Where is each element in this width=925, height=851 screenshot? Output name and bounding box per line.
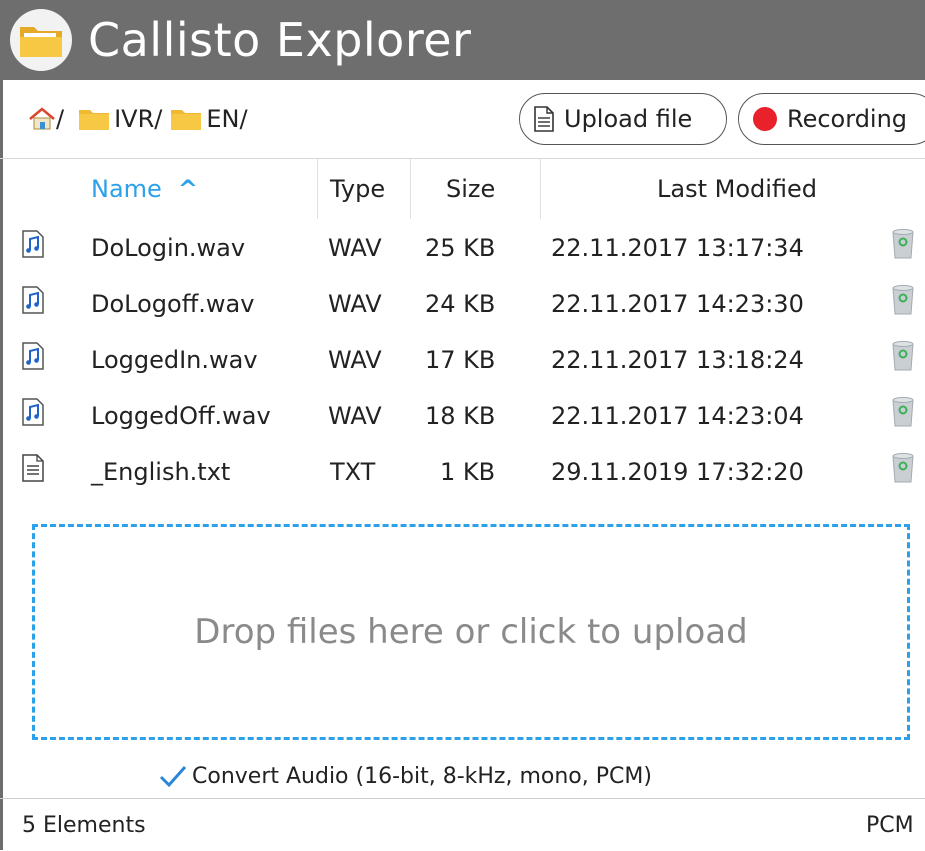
column-header-type[interactable]: Type [330, 159, 385, 219]
file-modified: 29.11.2019 17:32:20 [551, 458, 804, 486]
home-icon [29, 107, 55, 130]
breadcrumb-label: IVR/ [114, 105, 163, 133]
column-header-modified[interactable]: Last Modified [657, 159, 817, 219]
column-divider [540, 159, 541, 219]
dropzone-text: Drop files here or click to upload [194, 612, 748, 652]
table-row[interactable]: DoLogin.wav WAV 25 KB 22.11.2017 13:17:3… [0, 220, 925, 276]
file-modified: 22.11.2017 14:23:30 [551, 290, 804, 318]
file-type: WAV [328, 346, 382, 374]
file-modified: 22.11.2017 13:18:24 [551, 346, 804, 374]
file-size: 18 KB [425, 402, 496, 430]
audio-file-icon [22, 230, 44, 258]
breadcrumb-item-en[interactable]: EN/ [170, 105, 248, 133]
breadcrumb-home[interactable]: / [28, 105, 64, 133]
file-size: 1 KB [440, 458, 496, 486]
audio-file-icon [22, 398, 44, 426]
element-count: 5 Elements [22, 812, 146, 838]
column-divider [410, 159, 411, 219]
table-header: Name ^ Type Size Last Modified [0, 159, 925, 219]
breadcrumb: / IVR/ EN/ [28, 105, 248, 133]
upload-dropzone[interactable]: Drop files here or click to upload [32, 524, 910, 740]
trash-icon[interactable] [890, 340, 916, 372]
table-row[interactable]: _English.txt TXT 1 KB 29.11.2019 17:32:2… [0, 444, 925, 500]
convert-audio-toggle[interactable]: Convert Audio (16-bit, 8-kHz, mono, PCM) [158, 756, 652, 796]
file-modified: 22.11.2017 13:17:34 [551, 234, 804, 262]
table-row[interactable]: LoggedIn.wav WAV 17 KB 22.11.2017 13:18:… [0, 332, 925, 388]
upload-file-button[interactable]: Upload file [519, 93, 727, 145]
audio-format: PCM [866, 812, 914, 838]
file-name[interactable]: _English.txt [91, 444, 230, 500]
file-name[interactable]: DoLogoff.wav [91, 276, 254, 332]
app-title: Callisto Explorer [88, 13, 472, 67]
folder-icon [171, 110, 202, 130]
column-type-label: Type [330, 175, 386, 203]
file-type: WAV [328, 234, 382, 262]
trash-icon[interactable] [890, 396, 916, 428]
file-size: 25 KB [425, 234, 496, 262]
file-name[interactable]: LoggedIn.wav [91, 332, 258, 388]
file-type: WAV [328, 290, 382, 318]
file-type: WAV [328, 402, 382, 430]
toolbar: / IVR/ EN/ Upload file Recording [0, 80, 925, 159]
breadcrumb-label: EN/ [206, 105, 248, 133]
checkmark-icon [159, 766, 187, 788]
column-modified-label: Last Modified [657, 175, 818, 203]
status-bar: 5 Elements PCM [0, 798, 925, 851]
recording-button[interactable]: Recording [738, 93, 925, 145]
breadcrumb-item-ivr[interactable]: IVR/ [78, 105, 162, 133]
record-dot-icon [753, 107, 777, 131]
file-size: 24 KB [425, 290, 496, 318]
upload-file-label: Upload file [564, 105, 693, 133]
file-type: TXT [330, 458, 376, 486]
file-name[interactable]: DoLogin.wav [91, 220, 245, 276]
column-name-label: Name [91, 175, 162, 203]
column-header-name[interactable]: Name ^ [91, 159, 198, 219]
folder-icon [79, 110, 110, 130]
trash-icon[interactable] [890, 284, 916, 316]
column-size-label: Size [446, 175, 496, 203]
text-file-icon [22, 454, 44, 482]
sort-ascending-icon: ^ [177, 175, 198, 203]
title-bar: Callisto Explorer [0, 0, 925, 80]
recording-label: Recording [787, 105, 908, 133]
audio-file-icon [22, 342, 44, 370]
audio-file-icon [22, 286, 44, 314]
table-row[interactable]: DoLogoff.wav WAV 24 KB 22.11.2017 14:23:… [0, 276, 925, 332]
table-row[interactable]: LoggedOff.wav WAV 18 KB 22.11.2017 14:23… [0, 388, 925, 444]
column-divider [317, 159, 318, 219]
convert-audio-label: Convert Audio (16-bit, 8-kHz, mono, PCM) [192, 763, 652, 789]
file-modified: 22.11.2017 14:23:04 [551, 402, 804, 430]
file-size: 17 KB [425, 346, 496, 374]
folder-logo-icon [10, 9, 72, 71]
trash-icon[interactable] [890, 452, 916, 484]
column-header-size[interactable]: Size [446, 159, 495, 219]
breadcrumb-home-sep: / [56, 105, 65, 133]
file-name[interactable]: LoggedOff.wav [91, 388, 271, 444]
trash-icon[interactable] [890, 228, 916, 260]
document-icon [534, 106, 554, 132]
